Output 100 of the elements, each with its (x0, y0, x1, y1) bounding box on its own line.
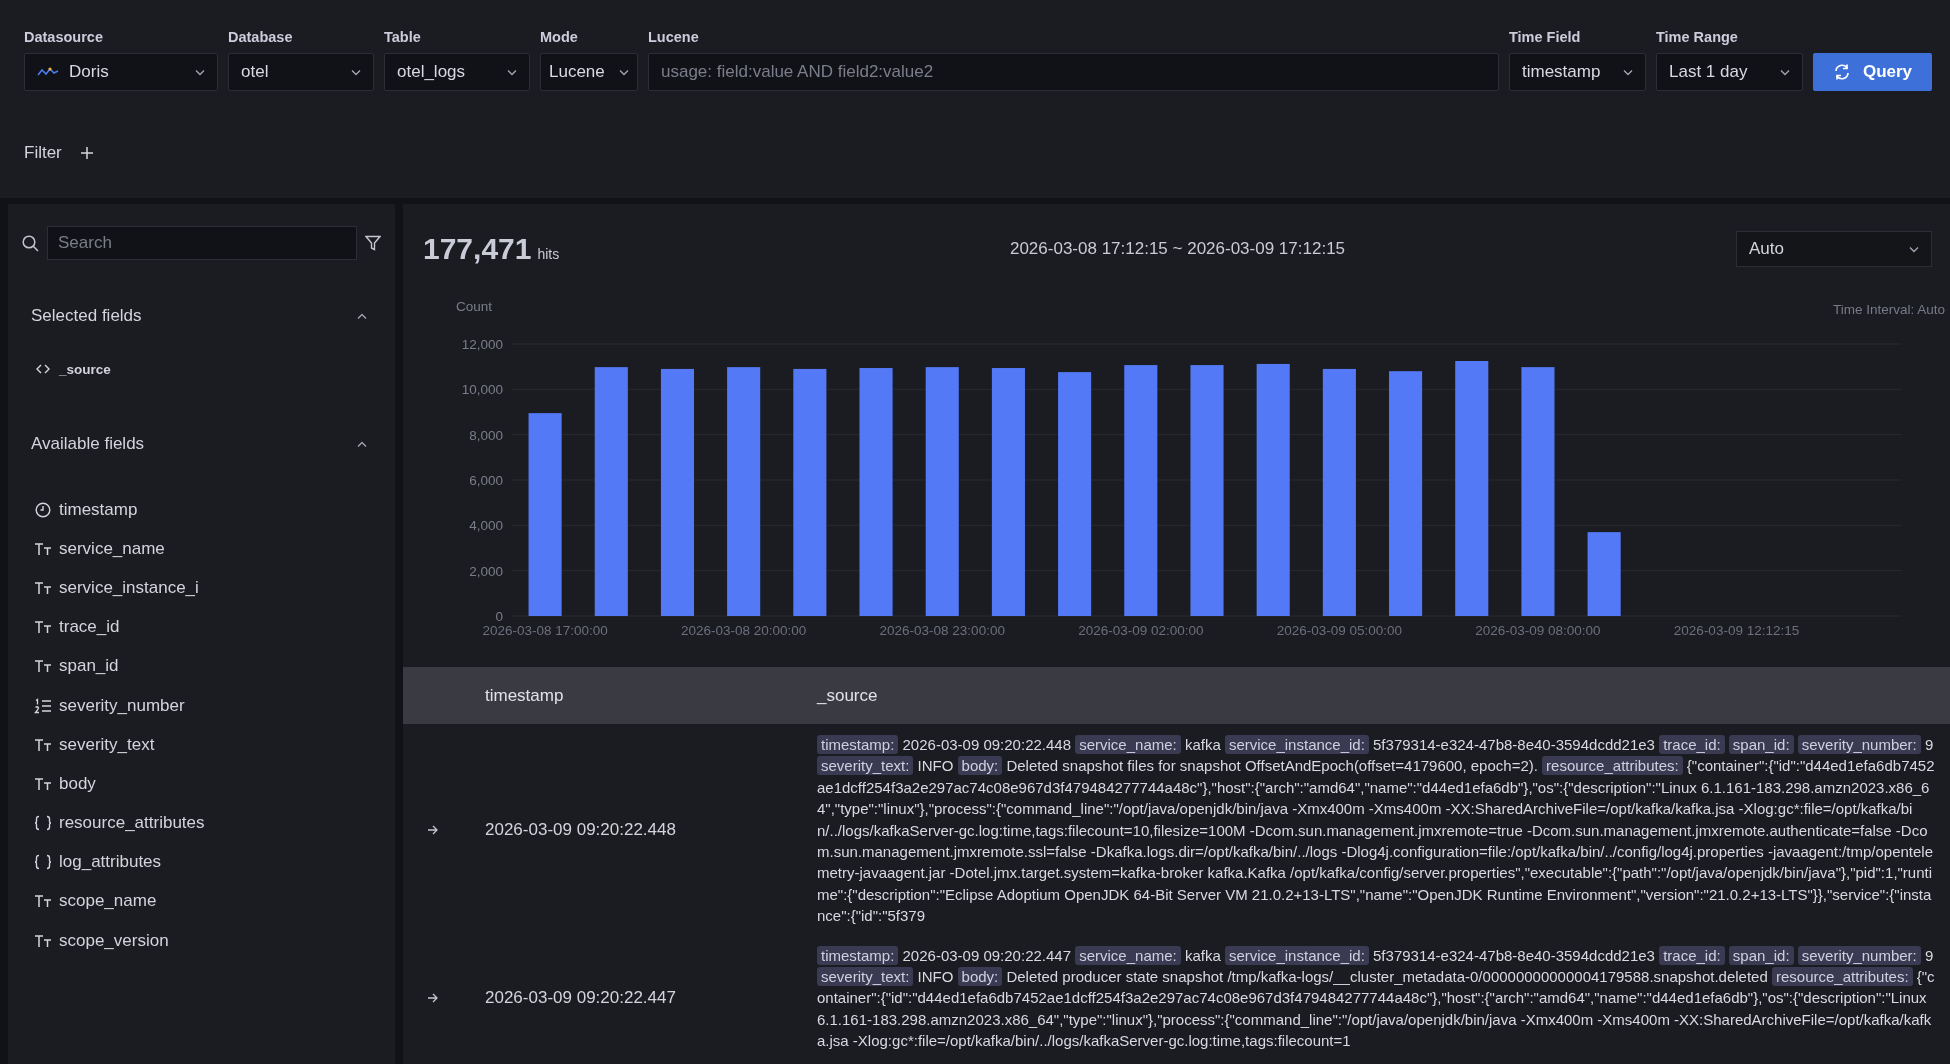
field-name[interactable]: service_instance_i (59, 577, 199, 598)
select-dropdown[interactable]: Doris (24, 53, 218, 91)
number-type-icon (34, 697, 52, 714)
field-name[interactable]: severity_text (59, 734, 155, 755)
text-type-icon (34, 933, 52, 948)
expand-arrow-icon[interactable] (427, 993, 438, 1004)
query-input[interactable]: usage: field:value AND field2:value2 (648, 53, 1499, 91)
text-type-icon (34, 737, 52, 752)
text-type-icon (34, 776, 52, 791)
x-tick-label: 2026-03-08 17:00:00 (482, 623, 608, 638)
chart-bar[interactable] (859, 368, 893, 616)
field-label: Table (384, 29, 422, 45)
chevron-down-icon (619, 68, 629, 76)
chart-bar[interactable] (727, 367, 761, 616)
chevron-down-icon (507, 68, 517, 76)
field-name[interactable]: resource_attributes (59, 813, 205, 834)
filter-label: Filter (24, 143, 62, 163)
chart-bar[interactable] (660, 368, 694, 616)
chart-bar[interactable] (1521, 367, 1555, 616)
hits-label: hits (537, 246, 560, 262)
chevron-down-icon (1623, 68, 1633, 76)
timestamp-cell: 2026-03-09 09:20:22.447 (485, 988, 676, 1009)
text-type-icon (34, 659, 52, 674)
y-tick-label: 8,000 (469, 427, 503, 443)
field-label: Lucene (648, 29, 700, 45)
field-label: Mode (540, 29, 579, 45)
chart-bar[interactable] (1256, 363, 1290, 616)
text-type-icon (34, 620, 52, 635)
field-name[interactable]: service_name (59, 538, 165, 559)
y-tick-label: 2,000 (469, 563, 503, 579)
field-label: Datasource (24, 29, 104, 45)
axis-title: Count (456, 299, 492, 314)
chevron-up-icon[interactable] (357, 440, 367, 448)
x-tick-label: 2026-03-09 05:00:00 (1276, 623, 1403, 638)
field-label: Database (228, 29, 294, 45)
field-name[interactable]: body (59, 773, 96, 794)
select-dropdown[interactable]: otel (228, 53, 374, 91)
field-name[interactable]: scope_version (59, 930, 169, 951)
chart-bar[interactable] (1455, 361, 1489, 616)
text-type-icon (34, 894, 52, 909)
field-label: Time Field (1509, 29, 1582, 45)
time-range-text: 2026-03-08 17:12:15 ~ 2026-03-09 17:12:15 (1009, 239, 1346, 259)
y-tick-label: 6,000 (469, 473, 503, 488)
log-source-text: timestamp: 2026-03-09 09:20:22.447 service_name: kafka service_instance_id: 5f379314-e324-47b8-8e40-3594dcdd21e3 trace_id: span_id: severity_number: 9 severity_text: INFO body: Deleted producer state snapshot /tmp/kafka-logs/__cluster_metadata-0/00000000000004179588.snapshot.deleted resource_attributes: {"container":{"id":"d44ed1efa6db7452ae1dcff254f3a2e297ac74c08e967d3f479484277744a48c"},"host":{"arch":"amd64","name":"d44ed1efa6db"},"os":{"description":"Linux 6.1.161-183.298.amzn2023.x86_64","type":"linux"},"process":{"command_line":"/opt/java/openjdk/bin/java -Xmx400m -Xms400m -XX:SharedArchiveFile=/opt/kafka/kafka.jsa -Xlog:gc*:file=/opt/kafka/bin/../logs/kafkaServer-gc.log:time,tags:filecount=1 (817, 944, 1935, 1052)
field-name[interactable]: severity_number (59, 695, 185, 716)
chart-bar[interactable] (1322, 368, 1356, 616)
select-dropdown[interactable]: otel_logs (384, 53, 530, 91)
chart-bar[interactable] (1389, 371, 1423, 616)
code-icon (36, 364, 50, 374)
interval-note: Time Interval: Auto (1832, 302, 1945, 317)
field-name[interactable]: span_id (59, 656, 119, 677)
chevron-down-icon (1780, 68, 1790, 76)
column-header[interactable]: _source (817, 685, 1950, 706)
chevron-down-icon (351, 68, 361, 76)
query-button[interactable]: Query (1813, 53, 1932, 91)
search-icon (22, 234, 39, 252)
field-name[interactable]: _source (59, 361, 111, 377)
chart-bar[interactable] (1587, 532, 1621, 616)
interval-dropdown[interactable]: Auto (1736, 231, 1932, 267)
chart-bar[interactable] (1124, 365, 1158, 616)
select-dropdown[interactable]: Lucene (540, 53, 638, 91)
x-tick-label: 2026-03-09 12:12:15 (1673, 623, 1800, 638)
log-source-text: timestamp: 2026-03-09 09:20:22.448 service_name: kafka service_instance_id: 5f379314-e324-47b8-8e40-3594dcdd21e3 trace_id: span_id: severity_number: 9 severity_text: INFO body: Deleted snapshot files for snapshot OffsetAndEpoch(offset=4179600, epoch=2). resource_attributes: {"container":{"id":"d44ed1efa6db7452ae1dcff254f3a2e297ac74c08e967d3f479484277744a48c"},"host":{"arch":"amd64","name":"d44ed1efa6db"},"os":{"description":"Linux 6.1.161-183.298.amzn2023.x86_64","type":"linux"},"process":{"command_line":"/opt/java/openjdk/bin/java -Xmx400m -Xms400m -XX:SharedArchiveFile=/opt/kafka/kafka.jsa -Xlog:gc*:file=/opt/kafka/bin/../logs/kafkaServer-gc.log:time,tags:filecount=10,filesize=100M -Dcom.sun.management.jmxremote=true -Dcom.sun.management.jmxremote.authenticate=false -Dcom.sun.management.jmxremote.ssl=false -Dkafka.logs.dir=/opt/kafka/bin/../logs -Dlog4j.configuration=file:/opt/kafka/bin/../config/log4j.properties -javaagent:/tmp/opentelemetry-javaagent.jar -Dotel.jmx.target.system=kafka-broker kafka.Kafka /opt/kafka/config/server.properties","executable":{"path":"/opt/java/openjdk/bin/java"},"pid":1,"runtime":{"description":"Eclipse Adoptium OpenJDK 64-Bit Server VM 21.0.2+13-LTS","name":"OpenJDK Runtime Environment","version":"21.0.2+13-LTS"}},"service":{"instance":{"id":"5f379 (817, 734, 1935, 927)
chart-bar[interactable] (1190, 365, 1224, 616)
chart-bar[interactable] (528, 413, 562, 616)
y-tick-label: 0 (495, 609, 503, 624)
section-header[interactable]: Available fields (22, 424, 381, 464)
chart-bar[interactable] (1058, 372, 1092, 616)
clock-icon (35, 501, 51, 518)
filter-icon[interactable] (365, 235, 381, 251)
chart-bar[interactable] (991, 368, 1025, 616)
x-tick-label: 2026-03-09 02:00:00 (1078, 623, 1204, 638)
section-header[interactable]: Selected fields (22, 296, 381, 336)
y-tick-label: 4,000 (469, 518, 503, 534)
text-type-icon (34, 541, 52, 556)
field-name[interactable]: log_attributes (59, 852, 162, 873)
plus-icon[interactable] (79, 146, 94, 160)
chart-bar[interactable] (594, 367, 628, 616)
braces-icon (34, 815, 52, 832)
y-tick-label: 12,000 (461, 337, 503, 352)
x-tick-label: 2026-03-08 23:00:00 (879, 623, 1005, 638)
field-name[interactable]: scope_name (59, 891, 157, 912)
field-name[interactable]: trace_id (59, 617, 120, 638)
expand-arrow-icon[interactable] (427, 825, 438, 836)
column-header[interactable]: timestamp (403, 685, 817, 706)
select-dropdown[interactable]: Last 1 day (1656, 53, 1803, 91)
y-tick-label: 10,000 (461, 382, 503, 398)
chart-bar[interactable] (925, 367, 959, 616)
chevron-up-icon[interactable] (357, 312, 367, 320)
chart-bar[interactable] (793, 368, 827, 616)
refresh-icon (1832, 63, 1851, 81)
field-name[interactable]: timestamp (59, 499, 138, 520)
braces-icon (34, 854, 52, 871)
select-dropdown[interactable]: timestamp (1509, 53, 1646, 91)
search-field[interactable]: Search (47, 226, 357, 260)
chevron-down-icon (1909, 245, 1919, 253)
x-tick-label: 2026-03-08 20:00:00 (681, 623, 807, 638)
x-tick-label: 2026-03-09 08:00:00 (1475, 623, 1601, 638)
chevron-down-icon (195, 68, 205, 76)
hits-count: 177,471 (423, 232, 532, 266)
